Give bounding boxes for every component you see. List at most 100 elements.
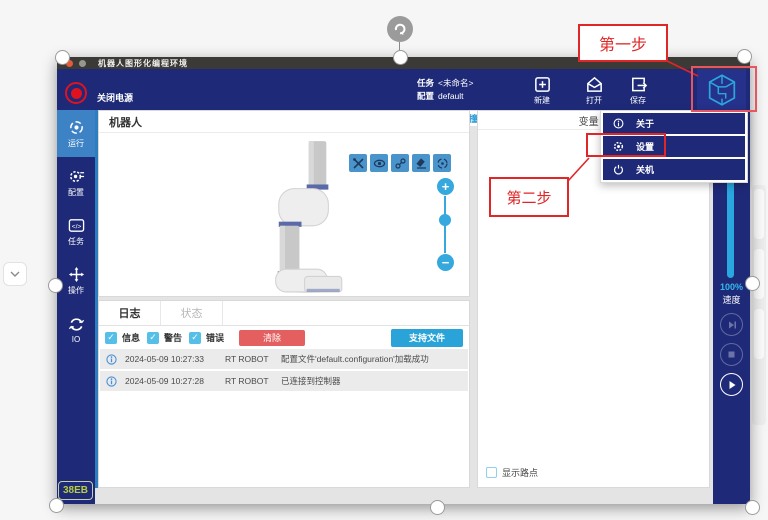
menu-item-label: 关机 (636, 163, 654, 176)
sidebar-item-label: 配置 (68, 187, 84, 198)
info-icon (106, 354, 117, 365)
log-tabs: 日志 状态 (99, 301, 469, 326)
task-config-info: 任务<未命名> 配置default (417, 77, 473, 103)
sidebar-item-run[interactable]: 运行 (57, 110, 95, 157)
log-source: RT ROBOT (225, 376, 273, 386)
tab-log[interactable]: 日志 (99, 301, 161, 325)
joints-button[interactable] (391, 154, 409, 172)
power-button-label: 关闭电源 (97, 91, 133, 104)
info-icon (613, 118, 624, 129)
rotate-handle[interactable] (387, 16, 413, 42)
step1-annotation[interactable]: 第一步 (578, 24, 668, 62)
sidebar-item-label: 操作 (68, 285, 84, 296)
window-minimize-icon[interactable] (79, 60, 86, 67)
rotate-icon (393, 22, 407, 36)
error-checkbox-label: 错误 (206, 331, 224, 344)
resize-handle-mid-right[interactable] (745, 276, 760, 291)
power-button[interactable] (65, 82, 87, 104)
new-file-icon (533, 75, 552, 94)
log-panel: 日志 状态 ✓ 信息 ✓ 警告 ✓ 错误 清除 支持文件 2024-05-09 10:… (98, 300, 470, 488)
resize-handle-bottom-right[interactable] (745, 500, 760, 515)
open-button-label: 打开 (586, 95, 602, 106)
info-checkbox-label: 信息 (122, 331, 140, 344)
main-toolbar: 关闭电源 任务<未命名> 配置default 新建 打开 保存 (57, 69, 750, 110)
orbit-icon (436, 157, 449, 170)
log-source: RT ROBOT (225, 354, 273, 364)
menu-item-shutdown[interactable]: 关机 (603, 159, 745, 180)
settings-highlight-rect[interactable] (586, 133, 666, 157)
resize-handle-bottom-left[interactable] (49, 498, 64, 513)
wrench-icon (352, 157, 365, 170)
zoom-out-button[interactable]: − (437, 254, 454, 271)
eraser-icon (415, 157, 428, 170)
step-run-button[interactable] (720, 313, 743, 336)
support-files-button[interactable]: 支持文件 (391, 329, 463, 347)
robot-panel: 机器人 (98, 110, 470, 297)
stop-button[interactable] (720, 343, 743, 366)
error-checkbox[interactable]: ✓ (189, 332, 201, 344)
zoom-in-button[interactable]: + (437, 178, 454, 195)
eye-icon (373, 157, 386, 170)
step2-annotation[interactable]: 第二步 (489, 177, 569, 217)
open-button[interactable]: 打开 (572, 75, 616, 109)
sidebar-item-label: 运行 (68, 138, 84, 149)
chevron-down-icon (10, 271, 20, 277)
gear-list-icon (68, 168, 85, 185)
resize-handle-top-center[interactable] (393, 50, 408, 65)
waypoints-label: 显示路点 (502, 466, 538, 479)
screenshot-editor-stage: 机器人图形化编程环境 关闭电源 任务<未命名> 配置default 新建 打开 … (0, 0, 768, 520)
log-message: 配置文件'default.configuration'加载成功 (281, 353, 429, 365)
code-icon: </> (68, 217, 85, 234)
info-icon (106, 376, 117, 387)
clear-log-button[interactable]: 清除 (239, 330, 305, 346)
resize-handle-top-right[interactable] (737, 49, 752, 64)
svg-text:</>: </> (71, 223, 81, 230)
sidebar-item-task[interactable]: </> 任务 (57, 208, 95, 255)
logo-highlight-rect[interactable] (691, 66, 757, 112)
robot-arm-3d-view[interactable] (244, 139, 359, 294)
resize-handle-top-left[interactable] (55, 50, 70, 65)
sidebar-item-io[interactable]: IO (57, 306, 95, 353)
editor-collapse-button[interactable] (3, 262, 27, 286)
config-value: default (438, 91, 464, 101)
play-button[interactable] (720, 373, 743, 396)
tools-button[interactable] (349, 154, 367, 172)
viewport-toolbar (349, 154, 451, 172)
new-button[interactable]: 新建 (520, 75, 564, 109)
log-time: 2024-05-09 10:27:28 (125, 376, 217, 386)
save-button-label: 保存 (630, 95, 646, 106)
sidebar-item-label: IO (72, 335, 80, 344)
robot-panel-title: 机器人 (99, 111, 469, 133)
log-filter-bar: ✓ 信息 ✓ 警告 ✓ 错误 清除 支持文件 (99, 326, 469, 349)
log-message: 已连接到控制器 (281, 375, 341, 387)
eraser-button[interactable] (412, 154, 430, 172)
save-button[interactable]: 保存 (616, 75, 660, 109)
open-icon (585, 75, 604, 94)
waypoints-checkbox[interactable] (486, 467, 497, 478)
orbit-reset-button[interactable] (433, 154, 451, 172)
warning-checkbox[interactable]: ✓ (147, 332, 159, 344)
stop-icon (727, 350, 736, 359)
resize-handle-mid-left[interactable] (48, 278, 63, 293)
config-label: 配置 (417, 91, 434, 101)
sidebar-item-operate[interactable]: 操作 (57, 257, 95, 304)
new-button-label: 新建 (534, 95, 550, 106)
step-run-icon (727, 320, 737, 330)
show-waypoints-option[interactable]: 显示路点 (486, 466, 538, 479)
sidebar-item-config[interactable]: 配置 (57, 159, 95, 206)
play-icon (727, 380, 737, 390)
task-value: <未命名> (438, 78, 473, 88)
save-icon (629, 75, 648, 94)
zoom-slider-knob[interactable] (439, 214, 451, 226)
power-icon (613, 164, 624, 175)
window-title: 机器人图形化编程环境 (98, 58, 188, 69)
menu-item-about[interactable]: 关于 (603, 113, 745, 134)
log-row[interactable]: 2024-05-09 10:27:28 RT ROBOT 已连接到控制器 (100, 371, 468, 391)
move-arrows-icon (68, 266, 85, 283)
info-checkbox[interactable]: ✓ (105, 332, 117, 344)
log-row[interactable]: 2024-05-09 10:27:33 RT ROBOT 配置文件'defaul… (100, 349, 468, 369)
resize-handle-bottom-center[interactable] (430, 500, 445, 515)
visibility-button[interactable] (370, 154, 388, 172)
warning-checkbox-label: 警告 (164, 331, 182, 344)
tab-status[interactable]: 状态 (161, 301, 223, 325)
